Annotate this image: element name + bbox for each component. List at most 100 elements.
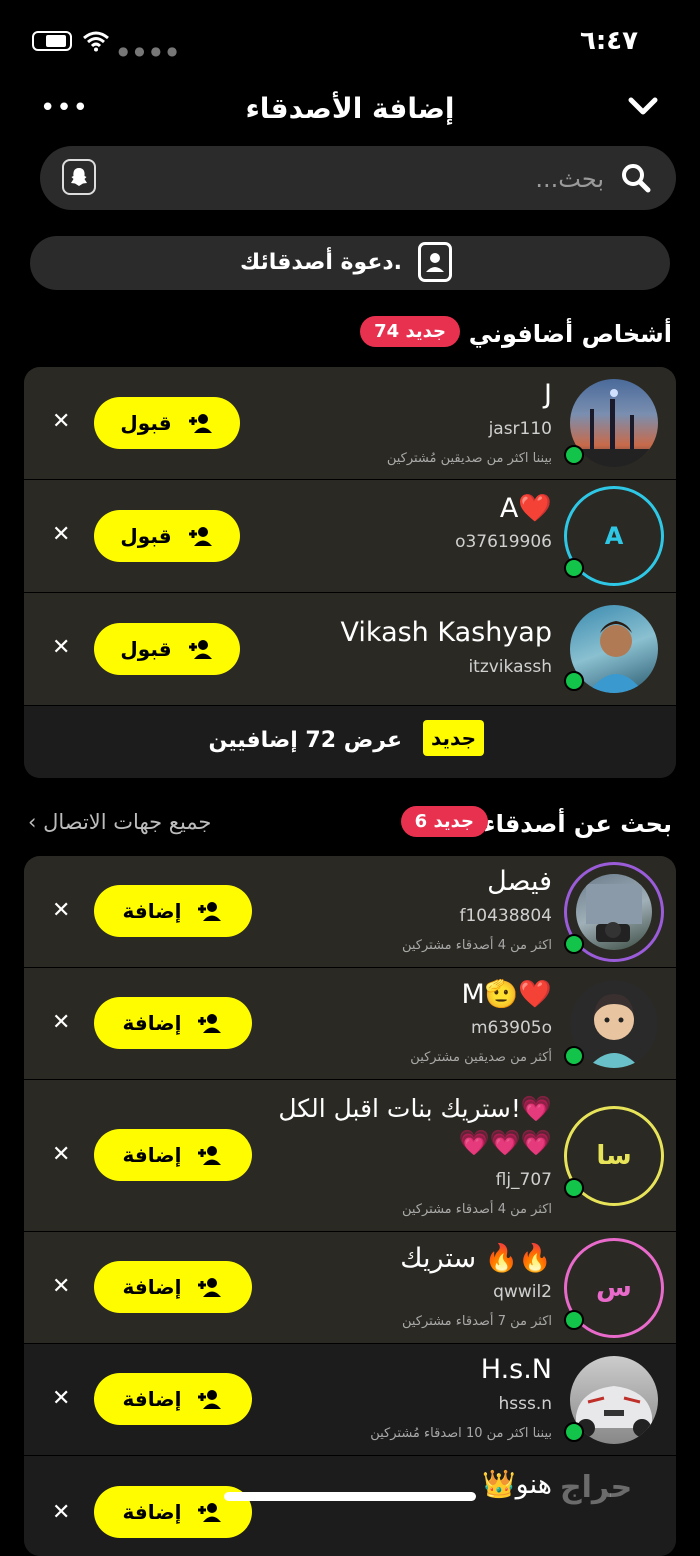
dismiss-button[interactable]: ✕ [52,1386,70,1411]
online-indicator [564,934,584,954]
dismiss-button[interactable]: ✕ [52,898,70,923]
friend-username: f10438804 [459,906,552,926]
page-title: إضافة الأصدقاء [245,92,455,125]
friend-username: hsss.n [498,1394,552,1414]
dismiss-button[interactable]: ✕ [52,1142,70,1167]
online-indicator [564,671,584,691]
invite-friends-label: دعوة أصدقائك. [239,250,402,275]
friend-request-row[interactable]: Vikash Kashyap itzvikassh قبول ✕ [24,593,676,707]
avatar-initial: A [604,522,624,550]
online-indicator [564,1046,584,1066]
add-friend-button[interactable]: إضافة [94,885,252,937]
accept-button[interactable]: قبول [94,623,240,675]
friend-name-line2: 💗💗💗 [458,1128,552,1157]
search-icon[interactable] [620,162,652,194]
accept-label: قبول [120,637,172,661]
add-label: إضافة [122,1011,182,1035]
friend-request-row[interactable]: A A❤️ o37619906 قبول ✕ [24,480,676,594]
avatar[interactable]: س [564,1238,664,1338]
all-contacts-link[interactable]: ‹ جميع جهات الاتصال [28,810,211,834]
add-friend-icon [188,414,212,433]
show-more-text: عرض 72 إضافيين [208,728,402,753]
suggested-friend-row[interactable]: H.s.N hsss.n بيننا اكثر من 10 اصدقاء مُش… [24,1344,676,1457]
friend-name: M🫡❤️ [461,979,552,1010]
mutual-friends-text: اكثر من 7 أصدقاء مشتركين [401,1314,552,1329]
suggested-friend-row[interactable]: سا ستريك بنات اقبل الكل!💗 💗💗💗 flj_707 اك… [24,1080,676,1233]
add-label: إضافة [122,1500,182,1524]
avatar[interactable]: A [564,486,664,586]
suggested-friend-row[interactable]: فيصل f10438804 اكثر من 4 أصدقاء مشتركين … [24,856,676,969]
avatar-initial: سا [596,1141,632,1171]
dismiss-button[interactable]: ✕ [52,635,70,660]
add-friend-icon [198,1278,222,1297]
add-friend-button[interactable]: إضافة [94,1261,252,1313]
add-label: إضافة [122,1275,182,1299]
add-friend-icon [198,902,222,921]
add-friend-icon [188,527,212,546]
add-friend-button[interactable]: إضافة [94,1373,252,1425]
accept-button[interactable]: قبول [94,397,240,449]
add-friend-icon [198,1146,222,1165]
new-chip: جديد [422,720,484,756]
add-friend-button[interactable]: إضافة [94,997,252,1049]
show-more-requests-button[interactable]: عرض 72 إضافيين جديد [24,706,676,778]
added-me-card: J jasr110 بيننا اكثر من صديقين مُشتركين … [24,367,676,778]
accept-button[interactable]: قبول [94,510,240,562]
friend-name: ستريك بنات اقبل الكل!💗 [278,1094,552,1123]
find-friends-card: فيصل f10438804 اكثر من 4 أصدقاء مشتركين … [24,856,676,1556]
friend-name: ستريك 🔥🔥 [400,1243,552,1274]
chevron-left-icon: ‹ [28,810,44,834]
dismiss-button[interactable]: ✕ [52,1500,70,1525]
friend-name: فيصل [487,866,552,897]
snapcode-icon[interactable] [62,159,96,195]
add-friend-icon [188,640,212,659]
online-indicator [564,1310,584,1330]
add-friend-icon [198,1503,222,1522]
dismiss-button[interactable]: ✕ [52,522,70,547]
suggested-friend-row[interactable]: س ستريك 🔥🔥 qwwil2 اكثر من 7 أصدقاء مشترك… [24,1232,676,1345]
friend-name: Vikash Kashyap [340,617,552,648]
signal-icon: ● ● ● ● [118,44,179,58]
chevron-down-icon[interactable] [628,96,658,118]
add-friend-icon [198,1014,222,1033]
status-time: ٦:٤٧ [579,26,638,56]
dismiss-button[interactable]: ✕ [52,1010,70,1035]
add-label: إضافة [122,1387,182,1411]
search-bar [40,146,676,210]
friend-name: J [544,379,552,410]
avatar[interactable] [564,1356,658,1444]
avatar[interactable] [564,379,658,467]
dismiss-button[interactable]: ✕ [52,409,70,434]
avatar[interactable] [564,980,658,1068]
added-me-title: أشخاص أضافوني [468,320,672,348]
add-friend-button[interactable]: إضافة [94,1129,252,1181]
avatar[interactable]: سا [564,1106,664,1206]
friend-username: itzvikassh [468,657,552,677]
add-label: إضافة [122,1143,182,1167]
avatar[interactable] [564,862,664,962]
search-input[interactable] [162,160,606,198]
suggested-friend-row[interactable]: M🫡❤️ m63905o أكثر من صديقين مشتركين إضاف… [24,968,676,1081]
all-contacts-label: جميع جهات الاتصال [43,810,212,834]
mutual-friends-text: أكثر من صديقين مشتركين [410,1050,552,1065]
invite-friends-button[interactable]: دعوة أصدقائك. [30,236,670,290]
avatar[interactable] [564,605,658,693]
accept-label: قبول [120,411,172,435]
add-friend-icon [198,1390,222,1409]
mutual-friends-text: بيننا اكثر من صديقين مُشتركين [386,451,552,466]
friend-name: H.s.N [480,1354,552,1385]
wifi-icon [83,31,109,52]
online-indicator [564,445,584,465]
friend-name: A❤️ [499,493,552,524]
friend-request-row[interactable]: J jasr110 بيننا اكثر من صديقين مُشتركين … [24,367,676,481]
friend-username: flj_707 [495,1170,552,1190]
friend-username: jasr110 [488,419,552,439]
mutual-friends-text: اكثر من 4 أصدقاء مشتركين [401,1202,552,1217]
find-friends-title: بحث عن أصدقاء [483,810,672,838]
dismiss-button[interactable]: ✕ [52,1274,70,1299]
friend-name: 👑هنو [482,1469,552,1500]
battery-icon [32,31,72,51]
accept-label: قبول [120,524,172,548]
home-indicator[interactable] [224,1492,476,1501]
watermark-logo: حراج [560,1470,633,1505]
